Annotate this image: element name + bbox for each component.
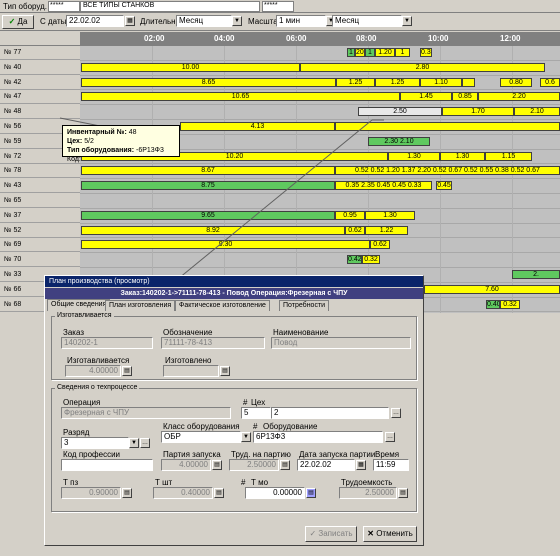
shop-label: Цех [251,398,266,407]
time-field[interactable]: 11:59 [373,459,409,471]
designation-field[interactable]: 71111-78-413 [161,337,265,349]
save-button[interactable]: ✓ Записать [305,526,357,542]
grade-select[interactable]: 3 [61,437,129,449]
save-button-label: Записать [318,529,353,538]
group-title: Сведения о техпроцессе [55,384,140,391]
tab-plan[interactable]: План изготовления [105,300,176,311]
tab-needs[interactable]: Потребности [279,300,330,311]
calculator-icon[interactable]: ▤ [122,366,132,376]
labor-batch-label: Труд. на партию [231,450,291,459]
tab-general[interactable]: Общие сведения [47,299,111,311]
inv-value: 48 [128,129,137,136]
dialog-tabs: Общие сведения План изготовления Фактиче… [47,299,423,311]
equipment-tooltip: Инвентарный №: 48 Цех: 5/2 Тип оборудова… [62,125,180,163]
profession-field[interactable] [61,459,153,471]
designation-label: Обозначение [163,328,213,337]
calculator-icon[interactable]: ▤ [214,488,224,498]
shop-code-field[interactable]: 5 [241,407,271,419]
calendar-icon[interactable]: ▦ [356,460,366,470]
prof-label: Код профессии [63,450,121,459]
hash-icon: # [241,478,246,487]
tab-actual[interactable]: Фактическое изготовление [175,300,270,311]
connector-line [172,119,373,284]
labor-field[interactable]: 2.50000 [339,487,397,499]
name-label: Наименование [273,328,329,337]
hash-icon: # [243,398,248,407]
more-icon[interactable]: … [385,432,395,442]
tsht-field[interactable]: 0.40000 [153,487,213,499]
tpz-field[interactable]: 0.90000 [61,487,121,499]
produced-label: Изготовлено [165,356,212,365]
chevron-down-icon[interactable]: ▼ [241,432,251,442]
made-field[interactable]: 4.00000 [65,365,121,377]
shop-name-field[interactable]: 2 [271,407,389,419]
calculator-icon[interactable]: ▤ [122,488,132,498]
cancel-button-label: Отменить [376,529,413,538]
grade-label: Разряд [63,428,90,437]
chevron-down-icon[interactable]: ▼ [129,438,139,448]
calculator-icon[interactable]: ▤ [398,488,408,498]
time-label: Время [375,450,400,459]
tsht-label: Т шт [155,478,173,487]
group-title: Изготавливается [55,312,114,319]
class-select[interactable]: ОБР [161,431,241,443]
produced-field[interactable] [163,365,219,377]
equip-label: Оборудование [263,422,318,431]
tmo-field[interactable]: 0.00000 [245,487,305,499]
cancel-button[interactable]: ✕ Отменить [363,526,417,542]
order-field[interactable]: 140202-1 [61,337,153,349]
tmo-label: Т мо [251,478,269,487]
dialog-subtitle: Заказ:140202-1->71111-78-413 - Повод Опе… [45,288,423,299]
calculator-icon[interactable]: ▤ [280,460,290,470]
operation-label: Операция [63,398,101,407]
class-label: Класс оборудования [163,422,240,431]
calculator-icon[interactable]: ▤ [212,460,222,470]
name-field[interactable]: Повод [271,337,411,349]
hash-icon: # [253,422,258,431]
more-icon[interactable]: … [391,408,401,418]
shop-value: 5/2 [84,138,94,145]
tpz-label: Т пз [63,478,79,487]
labor-label: Трудоемкость [341,478,393,487]
batch-field[interactable]: 4.00000 [161,459,211,471]
labor-batch-field[interactable]: 2.50000 [229,459,279,471]
order-label: Заказ [63,328,84,337]
check-icon: ✓ [309,529,317,538]
date-label: Дата запуска партии [299,450,376,459]
dialog-title[interactable]: План производства (просмотр) [45,276,423,287]
type-label: Тип оборудования: [67,147,135,154]
operation-field[interactable]: Фрезерная с ЧПУ [61,407,231,419]
more-icon[interactable]: … [140,438,150,448]
made-label: Изготавливается [67,356,130,365]
production-plan-dialog: План производства (просмотр) Заказ:14020… [44,275,424,546]
calculator-icon[interactable]: ▤ [220,366,230,376]
equipment-field[interactable]: 6Р13Ф3 [253,431,383,443]
close-icon: ✕ [367,529,374,538]
launch-date-field[interactable]: 22.02.02 [297,459,355,471]
batch-label: Партия запуска [163,450,221,459]
inv-label: Инвентарный №: [67,129,127,136]
shop-label: Цех: [67,138,83,145]
calculator-icon[interactable]: ▤ [306,488,316,498]
